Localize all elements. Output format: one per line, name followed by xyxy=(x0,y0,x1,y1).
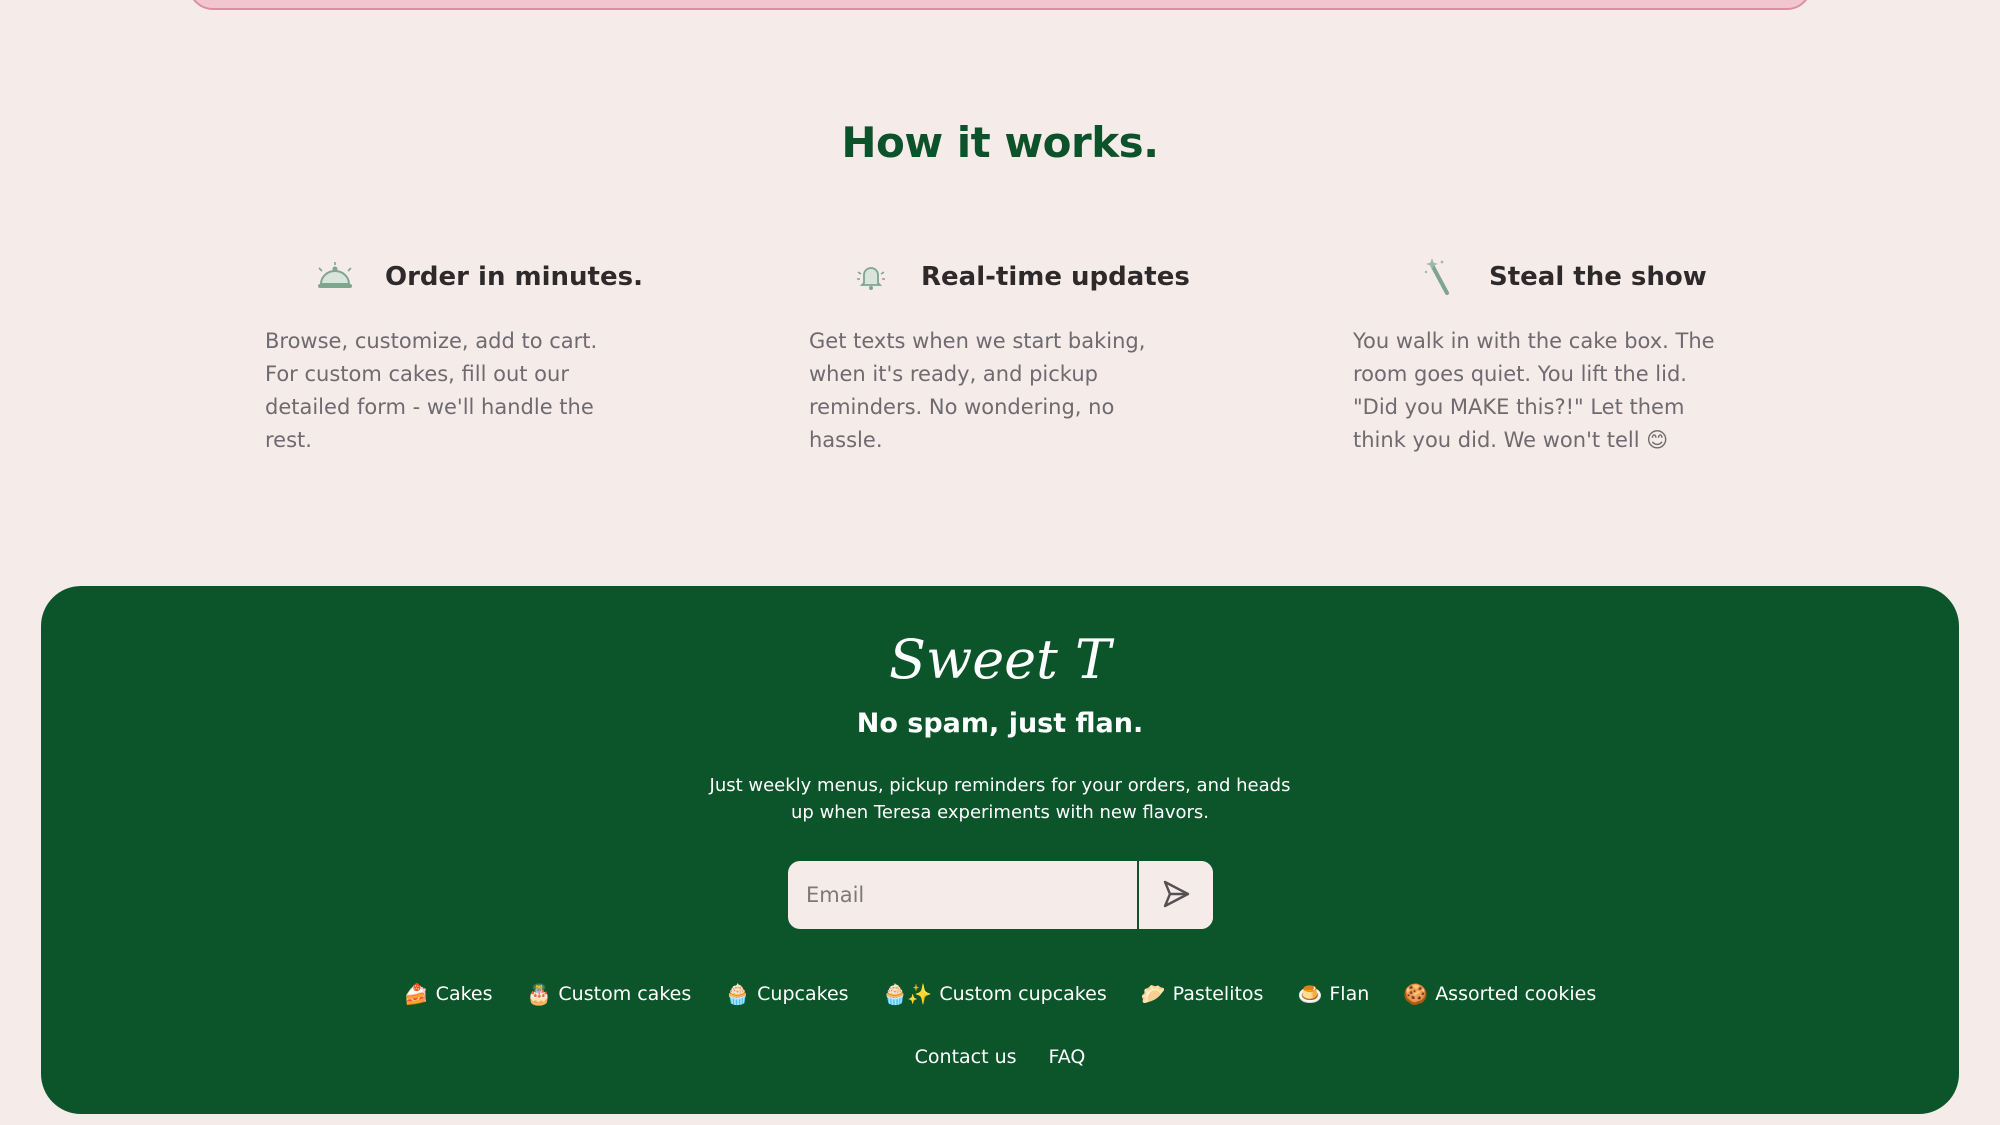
pastry-icon: 🥟 xyxy=(1140,982,1166,1006)
serving-cloche-icon xyxy=(315,257,355,297)
birthday-cake-icon: 🎂 xyxy=(526,982,552,1006)
email-input[interactable] xyxy=(788,861,1137,929)
bell-ringing-icon xyxy=(851,257,891,297)
send-icon xyxy=(1160,878,1192,913)
link-label: Pastelitos xyxy=(1172,983,1264,1005)
feature-description: Browse, customize, add to cart. For cust… xyxy=(265,329,598,452)
cupcake-sparkles-icon: 🧁✨ xyxy=(882,982,933,1006)
link-label: Assorted cookies xyxy=(1435,983,1597,1005)
product-links: 🍰 Cakes 🎂 Custom cakes 🧁 Cupcakes 🧁✨ Custom … xyxy=(41,982,1959,1006)
link-custom-cupcakes[interactable]: 🧁✨ Custom cupcakes xyxy=(883,982,1107,1006)
link-custom-cakes[interactable]: 🎂 Custom cakes xyxy=(527,982,692,1006)
link-label: Cupcakes xyxy=(757,983,849,1005)
feature-updates: Real-time updates Get texts when we star… xyxy=(809,255,1190,457)
feature-order: Order in minutes. Browse, customize, add… xyxy=(265,255,643,457)
link-assorted-cookies[interactable]: 🍪 Assorted cookies xyxy=(1403,982,1596,1006)
newsletter-footer: Sweet T No spam, just flan. Just weekly … xyxy=(41,586,1959,1114)
how-it-works-title: How it works. xyxy=(841,118,1159,167)
top-banner-edge xyxy=(188,0,1812,10)
link-pastelitos[interactable]: 🥟 Pastelitos xyxy=(1141,982,1264,1006)
flan-icon: 🍮 xyxy=(1297,982,1323,1006)
footer-bottom-links: Contact us FAQ xyxy=(41,1046,1959,1068)
newsletter-form xyxy=(788,861,1213,929)
feature-title: Order in minutes. xyxy=(385,262,643,292)
feature-steal-show: Steal the show You walk in with the cake… xyxy=(1353,255,1728,457)
feature-title: Steal the show xyxy=(1489,262,1707,292)
link-label: Flan xyxy=(1329,983,1370,1005)
footer-subtitle: Just weekly menus, pickup reminders for … xyxy=(709,775,1291,823)
brand-logo[interactable]: Sweet T xyxy=(41,628,1959,691)
link-label: Custom cakes xyxy=(558,983,692,1005)
magic-wand-icon xyxy=(1419,257,1459,297)
link-cupcakes[interactable]: 🧁 Cupcakes xyxy=(725,982,848,1006)
subscribe-button[interactable] xyxy=(1137,861,1213,929)
link-label: Custom cupcakes xyxy=(939,983,1107,1005)
cookie-icon: 🍪 xyxy=(1403,982,1429,1006)
cake-slice-icon: 🍰 xyxy=(403,982,429,1006)
feature-description: Get texts when we start baking, when it'… xyxy=(809,329,1146,452)
contact-us-link[interactable]: Contact us xyxy=(915,1046,1017,1068)
faq-link[interactable]: FAQ xyxy=(1049,1046,1086,1068)
link-label: Cakes xyxy=(435,983,493,1005)
feature-title: Real-time updates xyxy=(921,262,1190,292)
cupcake-icon: 🧁 xyxy=(725,982,751,1006)
link-flan[interactable]: 🍮 Flan xyxy=(1297,982,1369,1006)
link-cakes[interactable]: 🍰 Cakes xyxy=(404,982,493,1006)
footer-tagline: No spam, just flan. xyxy=(856,708,1144,739)
feature-description: You walk in with the cake box. The room … xyxy=(1353,329,1715,452)
